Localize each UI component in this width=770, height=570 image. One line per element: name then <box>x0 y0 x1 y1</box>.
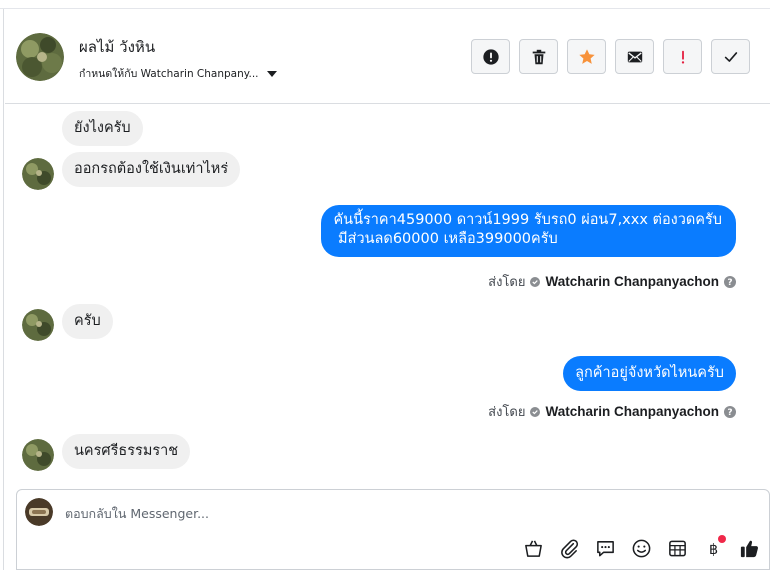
mark-done-button[interactable] <box>711 39 750 74</box>
contact-avatar-small <box>22 439 54 471</box>
envelope-icon <box>627 51 642 62</box>
contact-avatar-small <box>22 158 54 190</box>
smiley-icon <box>632 539 650 557</box>
window-top-edge <box>0 0 770 9</box>
shopping-bag-icon <box>524 540 542 557</box>
report-spam-button[interactable] <box>471 39 510 74</box>
star-icon <box>578 48 595 64</box>
message-line: คันนี้ราคา459000 ดาวน์1999 รับรถ0 ผ่อน7,… <box>333 212 722 228</box>
conversation-header: ผลไม้ วังหิน กำหนดให้กับ Watcharin Chanp… <box>5 10 770 104</box>
follow-up-button[interactable] <box>663 39 702 74</box>
appointment-button[interactable] <box>665 536 689 560</box>
emoji-button[interactable] <box>629 536 653 560</box>
window-left-edge <box>0 9 4 570</box>
exclamation-icon <box>681 50 684 64</box>
svg-text:?: ? <box>727 408 732 418</box>
composer-tools: ฿ <box>521 535 761 560</box>
trash-icon <box>532 49 545 64</box>
message-line: มีส่วนลด60000 เหลือ399000ครับ <box>333 231 558 247</box>
assign-dropdown[interactable]: กำหนดให้กับ Watcharin Chanpany... <box>79 65 277 82</box>
delete-button[interactable] <box>519 39 558 74</box>
thumbs-up-icon <box>740 540 758 557</box>
sent-by-agent: Watcharin Chanpanyachon <box>545 404 719 419</box>
star-button[interactable] <box>567 39 606 74</box>
contact-avatar-small <box>22 309 54 341</box>
assign-label: กำหนดให้กับ Watcharin Chanpany... <box>79 68 259 80</box>
help-icon[interactable]: ? <box>724 405 736 418</box>
incoming-message[interactable]: ออกรถต้องใช้เงินเท่าไหร่ <box>62 152 241 187</box>
notification-dot <box>718 535 726 543</box>
outgoing-message[interactable]: คันนี้ราคา459000 ดาวน์1999 รับรถ0 ผ่อน7,… <box>321 205 736 257</box>
sent-by-label: ส่งโดย <box>488 405 526 420</box>
conversation-thread[interactable]: ยังไงครับ ออกรถต้องใช้เงินเท่าไหร่ คันนี… <box>5 105 770 485</box>
shop-button[interactable] <box>521 536 545 560</box>
contact-name[interactable]: ผลไม้ วังหิน <box>79 35 155 59</box>
outgoing-message[interactable]: ลูกค้าอยู่จังหวัดไหนครับ <box>563 356 736 391</box>
reply-composer: ฿ <box>16 489 770 570</box>
sent-by-agent: Watcharin Chanpanyachon <box>545 274 719 289</box>
sent-by-line: ส่งโดย Watcharin Chanpanyachon ? <box>488 271 736 292</box>
incoming-message[interactable]: ยังไงครับ <box>62 111 143 146</box>
mark-unread-button[interactable] <box>615 39 654 74</box>
svg-text:฿: ฿ <box>708 541 717 557</box>
calendar-grid-icon <box>668 540 686 556</box>
chat-bubble-icon <box>596 540 614 556</box>
check-badge-icon <box>530 406 541 417</box>
saved-replies-button[interactable] <box>593 536 617 560</box>
reply-input[interactable] <box>65 502 665 524</box>
like-button[interactable] <box>737 536 761 560</box>
paperclip-icon <box>560 538 578 558</box>
incoming-message[interactable]: นครศรีธรรมราช <box>62 434 191 469</box>
attach-button[interactable] <box>557 536 581 560</box>
check-badge-icon <box>530 276 541 287</box>
sent-by-label: ส่งโดย <box>488 275 526 290</box>
help-icon[interactable]: ? <box>724 275 736 288</box>
payment-button[interactable]: ฿ <box>701 535 726 560</box>
chevron-down-icon <box>266 70 277 77</box>
checkmark-icon <box>724 51 737 62</box>
contact-avatar[interactable] <box>16 33 64 81</box>
incoming-message[interactable]: ครับ <box>62 304 113 339</box>
header-actions <box>471 39 750 74</box>
alert-circle-icon <box>482 48 499 65</box>
sent-by-line: ส่งโดย Watcharin Chanpanyachon ? <box>488 401 736 422</box>
page-avatar <box>25 498 53 526</box>
svg-text:?: ? <box>727 278 732 288</box>
